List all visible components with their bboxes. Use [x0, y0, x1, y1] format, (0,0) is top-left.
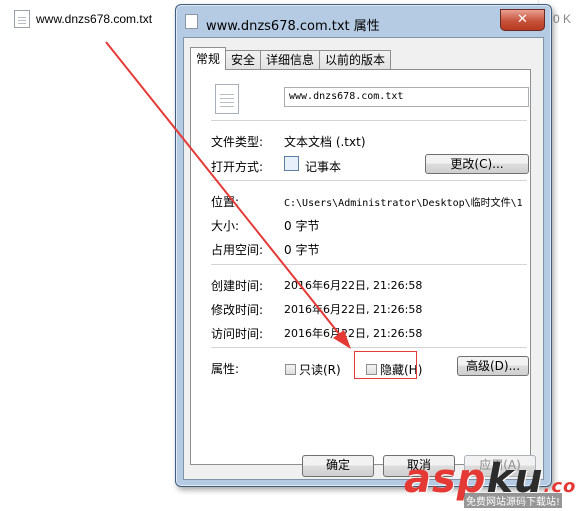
separator [211, 347, 527, 348]
general-panel: www.dnzs678.com.txt 文件类型: 文本文档 (.txt) 打开… [190, 69, 531, 465]
dialog-titlebar[interactable]: www.dnzs678.com.txt 属性 ✕ [176, 5, 551, 37]
hidden-checkbox-highlight [354, 351, 417, 379]
location-label: 位置: [211, 195, 240, 209]
created-value: 2016年6月22日, 21:26:58 [284, 279, 423, 292]
watermark-tagline: 免费网站源码下载站! [464, 493, 563, 508]
readonly-checkbox[interactable]: 只读(R) [285, 361, 341, 378]
checkbox-square [285, 364, 296, 375]
modified-label: 修改时间: [211, 303, 264, 317]
opens-with-value: 记事本 [305, 160, 342, 174]
text-file-icon [14, 10, 30, 28]
text-file-icon [215, 84, 239, 114]
tab-general[interactable]: 常规 [190, 47, 227, 70]
location-value: C:\Users\Administrator\Desktop\临时文件\1 [284, 198, 523, 209]
file-type-value: 文本文档 (.txt) [284, 135, 366, 149]
tab-strip: 常规 安全 详细信息 以前的版本 [190, 47, 392, 70]
change-button[interactable]: 更改(C)... [425, 154, 529, 174]
created-label: 创建时间: [211, 279, 264, 293]
separator [211, 180, 527, 181]
separator [211, 120, 527, 121]
opens-with-label: 打开方式: [211, 160, 264, 174]
size-value: 0 字节 [284, 219, 320, 233]
file-type-label: 文件类型: [211, 135, 264, 149]
accessed-value: 2016年6月22日, 21:26:58 [284, 327, 423, 340]
modified-value: 2016年6月22日, 21:26:58 [284, 303, 423, 316]
background-file-size: 0 K [553, 12, 572, 26]
readonly-label: 只读(R) [299, 363, 341, 377]
background-file-name: www.dnzs678.com.txt [36, 12, 153, 26]
tab-details[interactable]: 详细信息 [260, 50, 321, 70]
tab-previous-versions[interactable]: 以前的版本 [319, 50, 392, 70]
dialog-title: www.dnzs678.com.txt 属性 [206, 19, 380, 34]
file-name-field[interactable]: www.dnzs678.com.txt [284, 87, 529, 107]
size-on-disk-value: 0 字节 [284, 243, 320, 257]
separator [211, 264, 527, 265]
accessed-label: 访问时间: [211, 327, 264, 341]
size-on-disk-label: 占用空间: [211, 243, 264, 257]
advanced-button[interactable]: 高级(D)... [457, 356, 529, 376]
background-file-item[interactable]: www.dnzs678.com.txt [14, 10, 152, 28]
attributes-label: 属性: [211, 362, 240, 376]
ok-button[interactable]: 确定 [302, 455, 374, 477]
size-label: 大小: [211, 219, 240, 233]
notepad-icon [284, 156, 299, 171]
dialog-client: 常规 安全 详细信息 以前的版本 www.dnzs678.com.txt 文件类… [183, 37, 544, 480]
tab-security[interactable]: 安全 [225, 50, 262, 70]
close-icon: ✕ [517, 12, 528, 27]
text-file-icon [185, 14, 198, 29]
properties-dialog: www.dnzs678.com.txt 属性 ✕ 常规 安全 详细信息 以前的版… [175, 4, 552, 487]
close-button[interactable]: ✕ [500, 9, 545, 31]
